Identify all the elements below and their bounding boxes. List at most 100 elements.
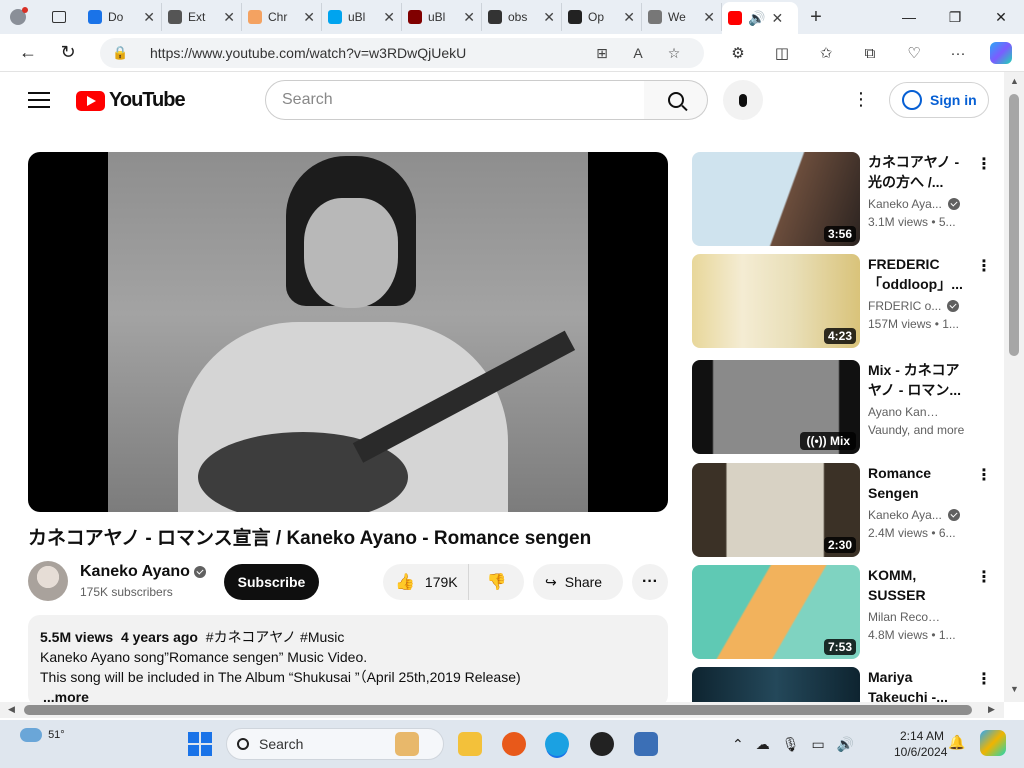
video-thumbnail[interactable]: 2:30 [692,463,860,557]
browser-tab[interactable]: uBl ✕ [322,3,402,31]
browser-tab[interactable]: Chr ✕ [242,3,322,31]
recommendation-title[interactable]: KOMM, SUSSER TOD... [868,565,966,605]
scroll-right-icon[interactable]: ▶ [988,704,995,715]
description-box[interactable]: 5.5M views 4 years ago #カネコアヤノ #Music Ka… [28,615,668,707]
remote-desktop-icon[interactable] [634,732,658,756]
copilot-icon[interactable] [990,42,1012,64]
video-thumbnail[interactable]: 3:56 [692,152,860,246]
weather-widget[interactable]: 51° [20,728,65,742]
copilot-pre-icon[interactable] [980,730,1006,756]
restore-icon[interactable]: ❐ [932,0,978,34]
volume-icon[interactable]: 🔊 [837,736,854,753]
browser-tab[interactable]: Ext ✕ [162,3,242,31]
recommendation-title[interactable]: FREDERIC 「oddloop」... [868,254,966,294]
search-button[interactable] [644,80,708,120]
browser-tab[interactable]: obs ✕ [482,3,562,31]
recommendation-item[interactable]: 7:53 KOMM, SUSSER TOD... Milan Records U… [692,565,992,659]
recommendation-channel[interactable]: Ayano Kaneko, [868,405,968,419]
profile-icon[interactable] [0,0,36,34]
display-icon[interactable]: ▭ [812,736,825,753]
file-explorer-icon[interactable] [458,732,482,756]
close-tab-icon[interactable]: ✕ [623,9,635,26]
search-highlight-icon[interactable] [395,732,419,756]
favorites-icon[interactable]: ✩ [804,44,848,62]
browser-tab[interactable]: Op ✕ [562,3,642,31]
read-aloud-icon[interactable]: A [620,45,656,61]
obs-icon[interactable] [590,732,614,756]
share-button[interactable]: ↪ Share [533,564,623,600]
notification-bell-icon[interactable]: 🔔 [948,734,965,751]
search-input[interactable]: Search [265,80,645,120]
back-icon[interactable]: ← [8,34,48,72]
clock[interactable]: 2:14 AM 10/6/2024 [894,728,947,760]
close-window-icon[interactable]: ✕ [978,0,1024,34]
video-thumbnail[interactable] [692,667,860,702]
tab-actions-icon[interactable] [36,0,82,34]
video-thumbnail[interactable]: 4:23 [692,254,860,348]
recommendation-item[interactable]: ((•)) Mix Mix - カネコアヤノ - ロマン... Ayano Ka… [692,360,992,454]
scroll-left-icon[interactable]: ◀ [8,704,15,715]
recommendation-item[interactable]: 4:23 FREDERIC 「oddloop」... FRDERIC o... … [692,254,992,348]
sign-in-button[interactable]: Sign in [889,82,989,118]
new-tab-button[interactable]: + [798,6,834,29]
close-tab-icon[interactable]: ✕ [143,9,155,26]
show-hidden-icons-icon[interactable]: ⌃ [732,736,744,753]
recommendation-channel[interactable]: Kaneko Aya... [868,197,968,211]
youtube-logo[interactable]: YouTube [76,89,186,112]
recommendation-item[interactable]: Mariya Takeuchi -... ⋮ [692,667,992,702]
browser-tab[interactable]: Do ✕ [82,3,162,31]
scrollbar-thumb[interactable] [24,705,972,715]
video-thumbnail[interactable]: ((•)) Mix [692,360,860,454]
dislike-button[interactable]: 👎 [469,564,524,600]
channel-name[interactable]: Kaneko Ayano [80,563,206,581]
recommendation-item[interactable]: 2:30 Romance Sengen Kaneko Aya... 2.4M v… [692,463,992,557]
recommendation-channel[interactable]: Milan Records U... [868,610,968,624]
settings-kebab-icon[interactable]: ⋮ [852,90,870,108]
refresh-icon[interactable]: ↻ [48,34,88,72]
extensions-icon[interactable]: ⚙ [716,44,760,62]
browser-tab[interactable]: We ✕ [642,3,722,31]
scroll-down-icon[interactable]: ▼ [1010,684,1019,694]
close-tab-icon[interactable]: ✕ [771,10,783,27]
subscribe-button[interactable]: Subscribe [224,564,319,600]
close-tab-icon[interactable]: ✕ [463,9,475,26]
item-menu-icon[interactable]: ⋮ [976,256,992,276]
like-button[interactable]: 👍 179K [383,564,469,600]
item-menu-icon[interactable]: ⋮ [976,465,992,485]
collections-icon[interactable]: ⧉ [848,45,892,62]
windows-start-icon[interactable] [188,732,212,756]
browser-tab[interactable]: uBl ✕ [402,3,482,31]
firefox-icon[interactable] [502,732,526,756]
horizontal-scrollbar[interactable]: ◀ ▶ [0,702,1004,718]
browser-tab-active[interactable]: 🔊 ✕ [722,2,798,34]
voice-search-button[interactable] [723,80,763,120]
settings-more-icon[interactable]: ··· [936,45,980,62]
edge-icon[interactable] [545,732,569,756]
item-menu-icon[interactable]: ⋮ [976,154,992,174]
close-tab-icon[interactable]: ✕ [383,9,395,26]
recommendation-channel[interactable]: Kaneko Aya... [868,508,968,522]
recommendation-title[interactable]: Romance Sengen [868,463,966,503]
minimize-icon[interactable]: — [886,0,932,34]
scroll-up-icon[interactable]: ▲ [1010,76,1019,86]
recommendation-title[interactable]: Mix - カネコアヤノ - ロマン... [868,360,966,400]
close-tab-icon[interactable]: ✕ [543,9,555,26]
recommendation-title[interactable]: カネコアヤノ - 光の方へ /... [868,152,966,192]
more-actions-button[interactable]: ··· [632,564,668,600]
address-bar[interactable]: 🔒 https://www.youtube.com/watch?v=w3RDwQ… [100,38,704,68]
split-screen-icon[interactable]: ◫ [760,44,804,62]
close-tab-icon[interactable]: ✕ [223,9,235,26]
favorite-star-icon[interactable]: ☆ [656,45,692,62]
microphone-tray-icon[interactable]: 🎙 [782,736,800,753]
recommendation-title[interactable]: Mariya Takeuchi -... [868,667,966,702]
hashtags[interactable]: #カネコアヤノ #Music [206,629,345,645]
network-icon[interactable]: ☁ [756,736,770,753]
video-player[interactable] [28,152,668,512]
app-available-icon[interactable]: ⊞ [584,45,620,62]
item-menu-icon[interactable]: ⋮ [976,567,992,587]
recommendation-channel[interactable]: FRDERIC o... [868,299,968,313]
channel-avatar[interactable] [28,561,68,601]
item-menu-icon[interactable]: ⋮ [976,669,992,689]
url-text[interactable]: https://www.youtube.com/watch?v=w3RDwQjU… [136,45,584,61]
browser-essentials-icon[interactable]: ♡ [892,44,936,62]
